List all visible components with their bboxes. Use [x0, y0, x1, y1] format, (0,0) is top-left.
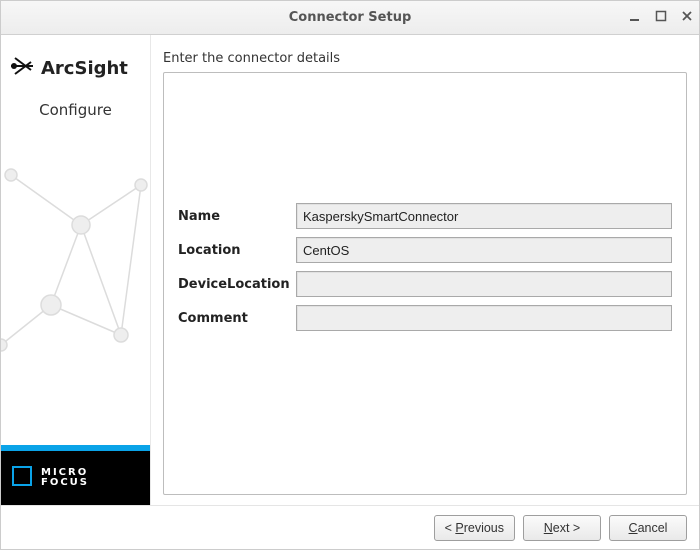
sidebar-graphic: [1, 119, 150, 445]
connector-details-form: Name Location DeviceLocation Comment: [174, 203, 676, 331]
maximize-icon[interactable]: [655, 10, 667, 25]
brand-name: ArcSight: [41, 58, 128, 79]
wizard-footer: < Previous Next > Cancel: [1, 505, 699, 549]
connector-setup-window: Connector Setup: [0, 0, 700, 550]
devicelocation-label: DeviceLocation: [178, 277, 288, 292]
microfocus-label: MICRO FOCUS: [41, 468, 89, 489]
instruction-text: Enter the connector details: [163, 51, 687, 66]
window-controls: [629, 1, 693, 34]
name-field[interactable]: [296, 203, 672, 229]
wizard-sidebar: ArcSight Configure: [1, 35, 151, 505]
details-panel: Name Location DeviceLocation Comment: [163, 72, 687, 495]
next-button[interactable]: Next >: [523, 515, 601, 541]
location-label: Location: [178, 243, 288, 258]
minimize-icon[interactable]: [629, 10, 641, 25]
comment-label: Comment: [178, 311, 288, 326]
window-title: Connector Setup: [289, 10, 412, 25]
previous-button[interactable]: < Previous: [434, 515, 515, 541]
cancel-button[interactable]: Cancel: [609, 515, 687, 541]
microfocus-logo-icon: [11, 465, 33, 491]
name-label: Name: [178, 209, 288, 224]
arcsight-logo-icon: [9, 53, 35, 83]
middle-area: ArcSight Configure: [1, 35, 699, 505]
sidebar-subtitle: Configure: [1, 101, 150, 119]
wizard-content: Enter the connector details Name Locatio…: [151, 35, 699, 505]
title-bar: Connector Setup: [1, 1, 699, 35]
microfocus-line2: FOCUS: [41, 478, 89, 489]
close-icon[interactable]: [681, 10, 693, 25]
comment-field[interactable]: [296, 305, 672, 331]
brand: ArcSight: [1, 35, 150, 87]
sidebar-footer: MICRO FOCUS: [1, 451, 150, 505]
location-field[interactable]: [296, 237, 672, 263]
devicelocation-field[interactable]: [296, 271, 672, 297]
